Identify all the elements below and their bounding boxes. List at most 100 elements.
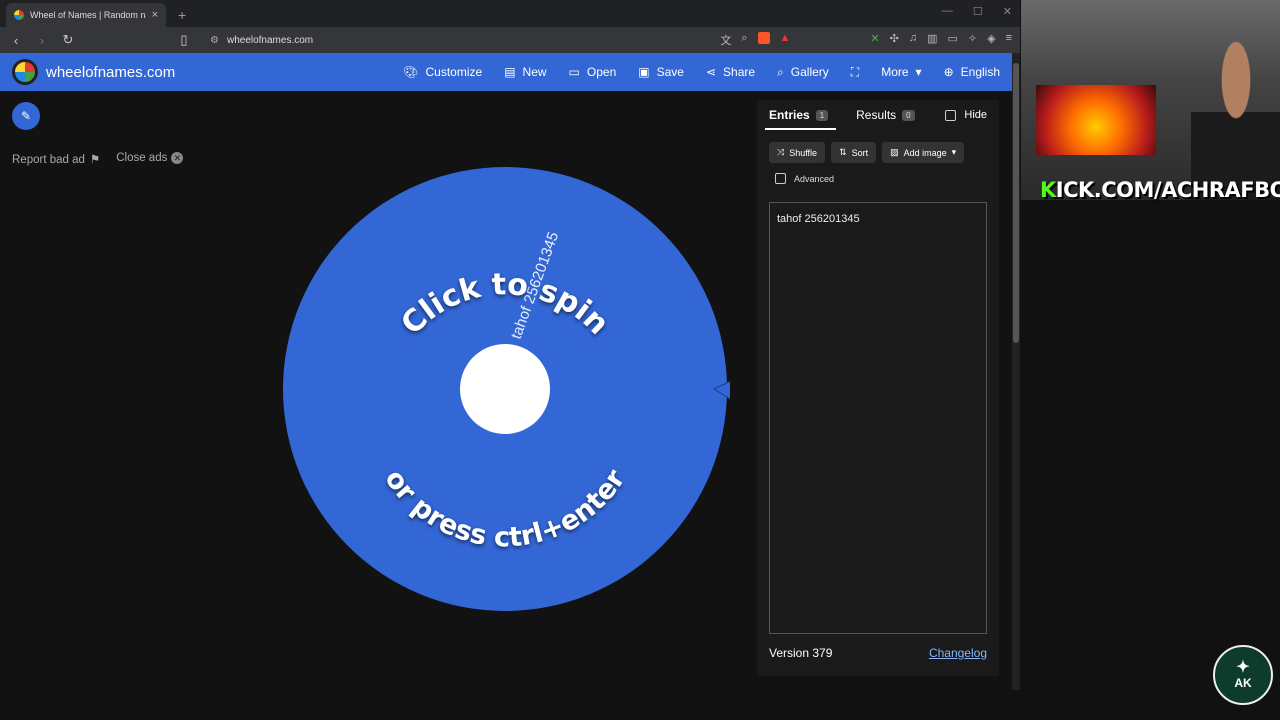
brave-shield-icon[interactable] (757, 32, 770, 44)
hide-toggle[interactable]: Hide (945, 109, 987, 121)
browser-tab[interactable]: Wheel of Names | Random name × (6, 3, 166, 27)
address-bar: ‹ › ↻ ▯ ⚙ wheelofnames.com 文 ⌕ ▲ ✕ ✣ ♫ ▥… (0, 27, 1020, 53)
url-field[interactable]: ⚙ wheelofnames.com (202, 30, 710, 50)
edit-button[interactable]: ✎ (12, 102, 40, 130)
results-label: Results (856, 108, 897, 122)
sidebar-icon[interactable]: ▥ (927, 32, 937, 48)
report-label: Report bad ad (12, 154, 85, 166)
site-info-icon[interactable]: ⚙ (210, 35, 219, 46)
advanced-toggle[interactable]: Advanced (757, 163, 999, 184)
customize-button[interactable]: 🎨︎ Customize (403, 65, 482, 79)
more-button[interactable]: More ▾ (881, 65, 921, 79)
entries-textarea[interactable]: tahof 256201345 (769, 202, 987, 634)
zoom-icon[interactable]: ⌕ (741, 32, 747, 48)
brave-rewards-icon[interactable]: ▲ (780, 32, 791, 48)
kick-url: ICK.COM/ACHRAFBOU.6 (1055, 178, 1280, 202)
gallery-button[interactable]: ⌕ Gallery (777, 65, 829, 80)
back-icon[interactable]: ‹ (8, 33, 24, 48)
palette-icon: 🎨︎ (403, 65, 419, 79)
share-label: Share (723, 65, 756, 79)
more-label: More (881, 65, 909, 79)
translate-icon[interactable]: 文 (720, 32, 731, 48)
bookmark-icon[interactable]: ▯ (176, 32, 192, 48)
close-window-button[interactable]: ✕ (1003, 5, 1012, 18)
new-label: New (522, 65, 547, 79)
window-controls: — ☐ ✕ (942, 5, 1012, 18)
save-icon: ▣ (638, 65, 650, 79)
panel-tabs: Entries 1 Results 0 Hide (757, 100, 999, 130)
wheel[interactable]: tahof 256201345 Click to spin or press c… (280, 165, 745, 615)
wheel-svg[interactable]: tahof 256201345 Click to spin or press c… (280, 165, 745, 615)
page-scrollbar[interactable] (1012, 53, 1020, 690)
wheel-favicon-icon (14, 10, 24, 20)
image-icon: ▨ (890, 147, 899, 157)
webcam-overlay (1021, 0, 1280, 200)
minimize-button[interactable]: — (942, 5, 953, 18)
tab-entries[interactable]: Entries 1 (764, 108, 837, 130)
open-button[interactable]: ▭ Open (569, 65, 617, 79)
main-menu: 🎨︎ Customize ▤ New ▭ Open ▣ Save ⋖ Share ⌕ Gal… (403, 65, 1000, 80)
entries-label: Entries (769, 108, 810, 122)
file-icon: ▤ (504, 65, 516, 79)
close-ads-link[interactable]: Close ads ✕ (116, 152, 184, 166)
eagle-icon: ✦ (1236, 659, 1250, 676)
results-count-badge: 0 (902, 109, 915, 121)
advanced-label: Advanced (794, 173, 835, 184)
search-icon: ⌕ (777, 64, 784, 79)
media-icon[interactable]: ♫ (909, 32, 917, 48)
fire-poster (1036, 85, 1156, 155)
version-text: Version 379 (769, 646, 833, 660)
sort-icon: ⇅ (839, 147, 847, 157)
extension-icon[interactable]: ✕ (870, 32, 879, 48)
entry-tools: ⤨ Shuffle ⇅ Sort ▨ Add image ▾ (757, 130, 999, 163)
puzzle-icon[interactable]: ✣ (890, 32, 899, 48)
maximize-button[interactable]: ☐ (973, 5, 983, 18)
tab-title: Wheel of Names | Random name (30, 10, 146, 20)
add-image-button[interactable]: ▨ Add image ▾ (882, 142, 965, 163)
report-bad-ad-link[interactable]: Report bad ad ⚑ (12, 152, 100, 166)
wheel-center[interactable] (460, 344, 550, 434)
tab-results[interactable]: Results 0 (856, 108, 915, 122)
entries-count-badge: 1 (815, 109, 829, 121)
reload-icon[interactable]: ↻ (60, 32, 76, 48)
streamer (1191, 40, 1280, 200)
hide-label: Hide (964, 109, 987, 121)
new-button[interactable]: ▤ New (504, 65, 546, 79)
menu-icon[interactable]: ≡ (1006, 32, 1012, 48)
customize-label: Customize (425, 65, 483, 79)
extensions-area: 文 ⌕ ▲ ✕ ✣ ♫ ▥ ▭ ✧ ◈ ≡ (720, 32, 1012, 48)
url-text: wheelofnames.com (226, 34, 314, 46)
ak-streamer-logo: ✦ AK (1213, 645, 1273, 705)
entries-panel: Entries 1 Results 0 Hide ⤨ Shuffle ⇅ Sort ▨ A… (757, 100, 999, 676)
shuffle-icon: ⤨ (777, 147, 785, 157)
tab-bar: Wheel of Names | Random name × + — ☐ ✕ (0, 0, 1020, 27)
tab-close-icon[interactable]: × (152, 9, 158, 21)
chevron-down-icon: ▾ (951, 147, 957, 157)
new-tab-button[interactable]: + (178, 7, 186, 23)
leo-icon[interactable]: ✧ (968, 32, 977, 48)
save-label: Save (656, 65, 684, 79)
share-button[interactable]: ⋖ Share (706, 65, 755, 79)
changelog-link[interactable]: Changelog (929, 646, 987, 660)
wallet-icon[interactable]: ▭ (947, 32, 957, 48)
kick-k-letter: K (1040, 178, 1056, 202)
forward-icon[interactable]: › (34, 33, 50, 48)
advanced-checkbox[interactable] (775, 173, 786, 184)
save-button[interactable]: ▣ Save (638, 65, 684, 79)
flag-icon: ⚑ (89, 154, 101, 166)
fullscreen-icon: ⛶ (850, 64, 860, 79)
language-button[interactable]: ⊕ English (944, 65, 1000, 79)
wheel-logo-icon[interactable] (12, 59, 38, 85)
vpn-icon[interactable]: ◈ (987, 32, 995, 48)
hide-checkbox[interactable] (945, 109, 957, 121)
kick-channel-text: KICK.COM/ACHRAFBOU.6 (1040, 178, 1280, 202)
fullscreen-button[interactable]: ⛶ (851, 65, 859, 80)
shuffle-button[interactable]: ⤨ Shuffle (769, 142, 826, 163)
scrollbar-thumb[interactable] (1013, 63, 1019, 343)
sort-button[interactable]: ⇅ Sort (831, 142, 877, 163)
site-name[interactable]: wheelofnames.com (46, 64, 175, 81)
folder-icon: ▭ (568, 65, 580, 79)
gallery-label: Gallery (790, 65, 829, 79)
globe-icon: ⊕ (943, 65, 954, 79)
